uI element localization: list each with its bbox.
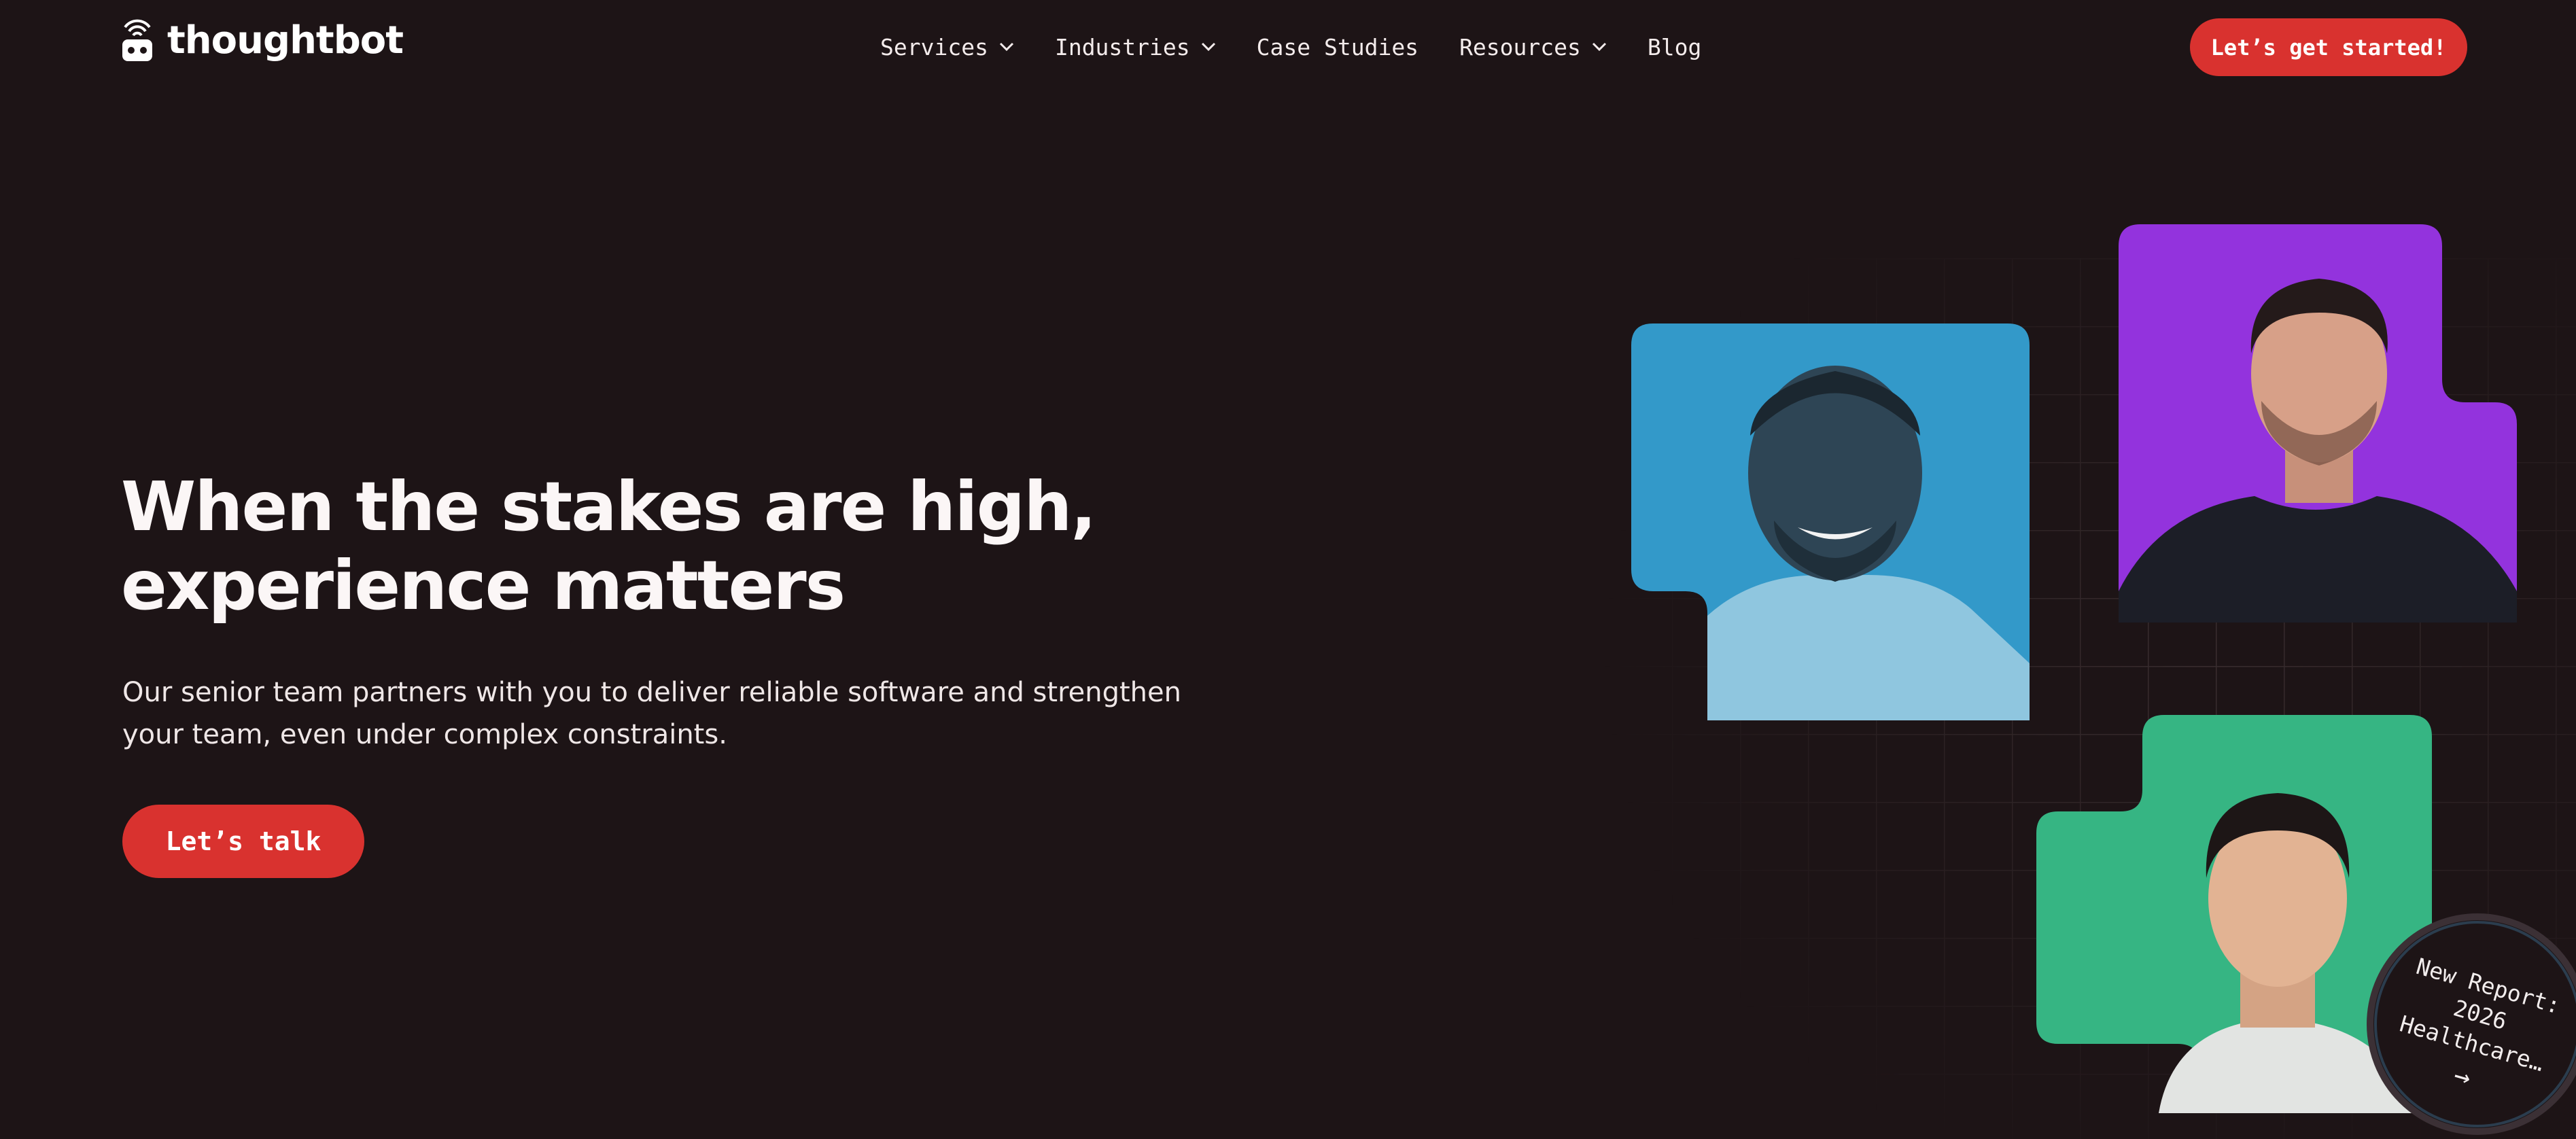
nav-item-blog[interactable]: Blog [1648, 34, 1701, 60]
report-badge-graphic: New Report: 2026 Healthcare… → [2367, 913, 2576, 1135]
nav-item-services[interactable]: Services [880, 34, 1014, 60]
hero-subtext: Our senior team partners with you to del… [122, 677, 1181, 750]
portrait-purple [2119, 224, 2517, 623]
lets-talk-button[interactable]: Let’s talk [122, 805, 364, 878]
nav-item-label: Case Studies [1256, 33, 1419, 60]
nav-item-case-studies[interactable]: Case Studies [1257, 34, 1418, 60]
chevron-down-icon [1201, 42, 1215, 52]
chevron-down-icon [1592, 42, 1606, 52]
nav-item-resources[interactable]: Resources [1459, 34, 1607, 60]
team-member-photo [1631, 323, 2030, 720]
brand-name: thoughtbot [167, 18, 404, 63]
get-started-button[interactable]: Let’s get started! [2190, 18, 2467, 76]
hero-headline: When the stakes are high, experience mat… [121, 467, 1096, 625]
page: thoughtbot Services Industries Case Stud… [0, 0, 2576, 1139]
thoughtbot-logo-icon [122, 19, 152, 61]
team-member-photo [2119, 224, 2517, 623]
main-nav: Services Industries Case Studies Resourc… [880, 27, 1701, 67]
brand-logo[interactable]: thoughtbot [121, 18, 404, 63]
nav-item-label: Industries [1054, 33, 1190, 60]
chevron-down-icon [999, 42, 1014, 52]
new-report-badge[interactable]: New Report: 2026 Healthcare… → [2365, 912, 2576, 1136]
nav-item-label: Services [880, 33, 988, 60]
nav-item-industries[interactable]: Industries [1055, 34, 1216, 60]
portrait-blue [1631, 323, 2030, 720]
nav-item-label: Resources [1459, 33, 1581, 60]
nav-item-label: Blog [1647, 33, 1702, 60]
